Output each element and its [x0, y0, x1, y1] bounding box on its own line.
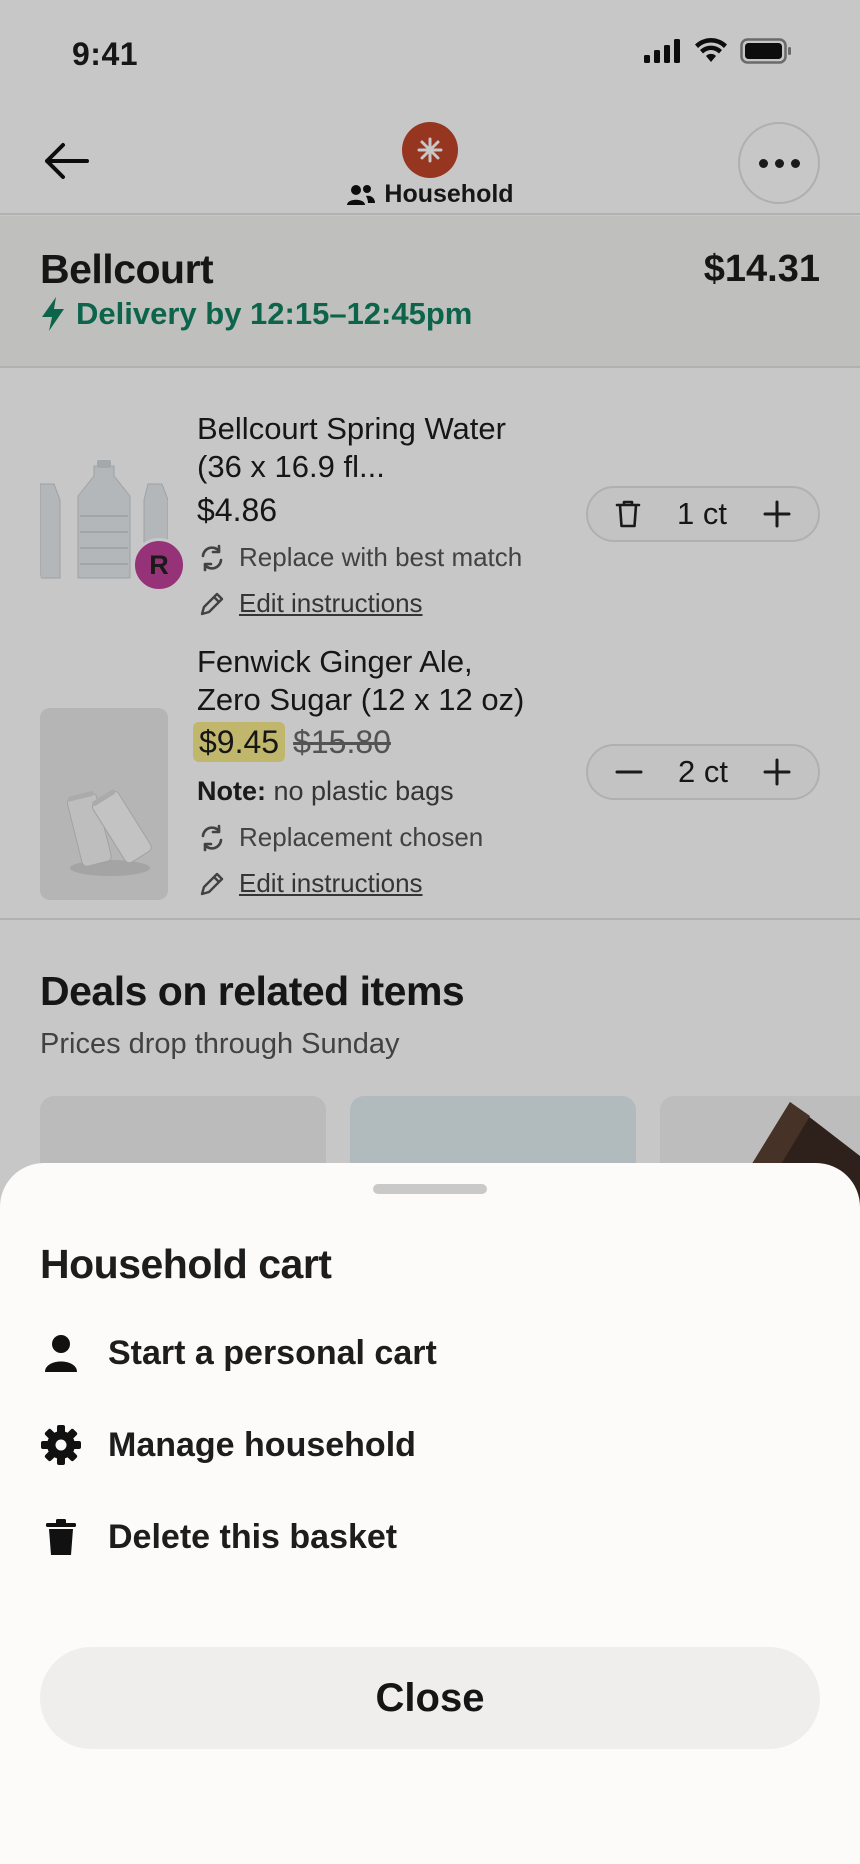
trash-icon: [40, 1518, 82, 1556]
sheet-grabber[interactable]: [373, 1184, 487, 1194]
menu-item-start-personal-cart[interactable]: Start a personal cart: [40, 1323, 437, 1383]
menu-item-label: Start a personal cart: [108, 1333, 437, 1372]
person-icon: [40, 1334, 82, 1372]
sheet-title: Household cart: [40, 1241, 332, 1287]
household-cart-sheet: Household cart Start a personal cart Man…: [0, 1163, 860, 1864]
menu-item-delete-basket[interactable]: Delete this basket: [40, 1507, 397, 1567]
menu-item-label: Manage household: [108, 1425, 416, 1464]
close-button[interactable]: Close: [40, 1647, 820, 1749]
gear-icon: [40, 1424, 82, 1466]
menu-item-label: Delete this basket: [108, 1517, 398, 1556]
cart-screen: 9:41 Household Bellcourt $14.31 Delivery…: [0, 0, 860, 1864]
menu-item-manage-household[interactable]: Manage household: [40, 1415, 416, 1475]
